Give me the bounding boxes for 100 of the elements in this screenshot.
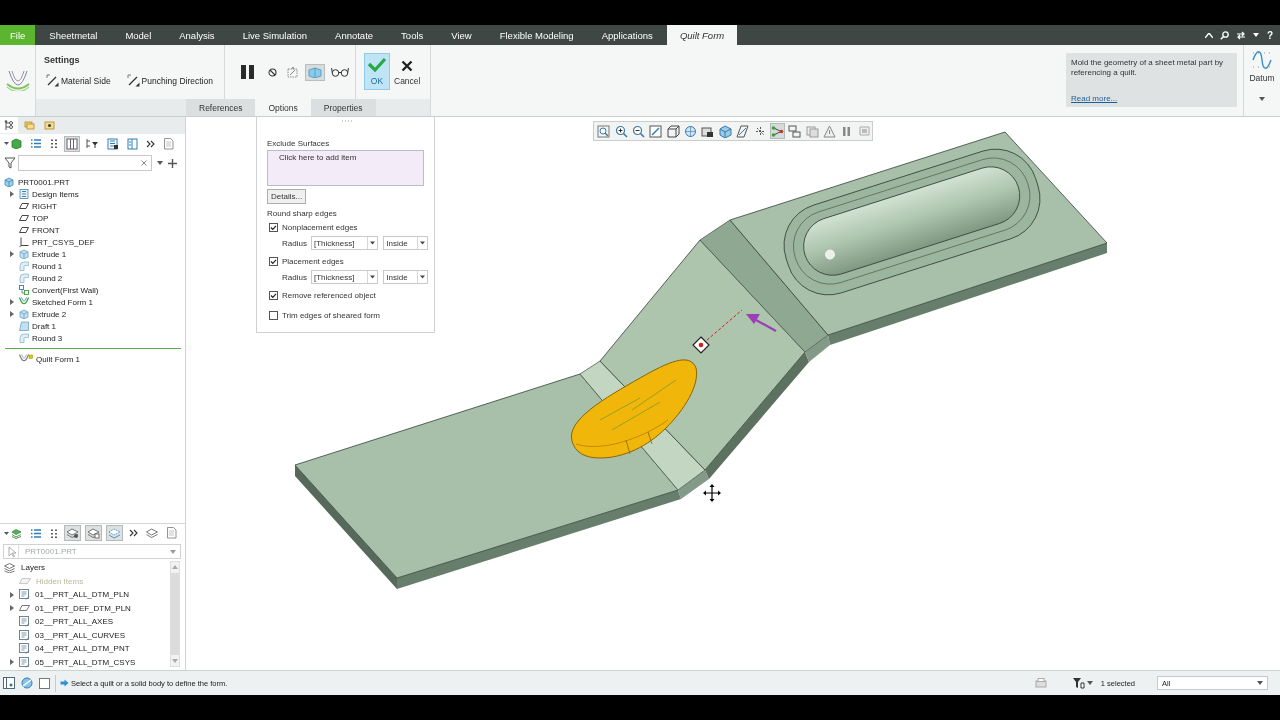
radius-dropdown[interactable]: [Thickness] [310, 236, 379, 250]
tree-item[interactable]: 05__PRT_ALL_DTM_CSYS [8, 655, 136, 669]
checkbox-label[interactable]: Placement edges [282, 257, 344, 266]
checkbox[interactable] [269, 223, 278, 232]
surface-collector[interactable]: Click here to add item [267, 150, 424, 186]
details-button[interactable]: Details... [267, 189, 307, 204]
tree-item[interactable]: 03__PRT_ALL_CURVES [8, 628, 125, 642]
tree-item[interactable]: RIGHT [8, 200, 57, 212]
checkbox[interactable] [269, 257, 278, 266]
tree-item[interactable]: 01__PRT_DEF_DTM_PLN [8, 601, 131, 615]
panel-tab[interactable]: Options [255, 99, 311, 116]
connector-button[interactable] [769, 123, 786, 139]
caret-down-icon[interactable] [1259, 97, 1265, 101]
zoom-out-button[interactable] [630, 123, 647, 139]
help-button[interactable]: ? [1265, 29, 1274, 41]
checkbox[interactable] [269, 291, 278, 300]
expand-arrow-icon[interactable] [10, 191, 14, 197]
datum-curve-icon[interactable] [1251, 50, 1273, 70]
panel-tab[interactable]: References [186, 99, 256, 116]
shaded-cube-button[interactable] [717, 123, 733, 139]
model-tree-tab[interactable] [0, 117, 18, 133]
caret-down-icon[interactable] [1252, 33, 1259, 37]
datum-label[interactable]: Datum [1249, 73, 1275, 83]
search-field[interactable] [18, 155, 152, 171]
cancel-button[interactable]: Cancel [392, 53, 423, 90]
checkbox[interactable] [269, 311, 278, 320]
square-icon[interactable] [39, 677, 50, 689]
tree-item[interactable]: FRONT [8, 224, 60, 236]
ribbon-tab[interactable]: Model [111, 25, 166, 45]
cube-button[interactable] [665, 123, 681, 139]
ribbon-tab[interactable]: Analysis [165, 25, 229, 45]
arrows-icon[interactable] [1235, 30, 1246, 40]
tree-item[interactable]: PRT_CSYS_DEF [8, 236, 95, 248]
checkbox-label[interactable]: Remove referenced object [282, 291, 376, 300]
checkbox-label[interactable]: Nonplacement edges [282, 223, 358, 232]
punching-direction-button[interactable]: Punching Direction [126, 74, 213, 87]
drag-handle-icon[interactable] [692, 336, 710, 354]
radius-dropdown[interactable]: [Thickness] [310, 270, 379, 284]
material-side-button[interactable]: Material Side [46, 74, 111, 87]
scrollbar-thumb[interactable] [171, 573, 179, 655]
tree-item[interactable]: Sketched Form 1 [8, 296, 93, 308]
caret-up-icon[interactable] [1204, 32, 1213, 38]
new-layer-button[interactable] [144, 525, 160, 541]
tree-item[interactable]: Design Items [8, 188, 79, 200]
tree-item[interactable]: Extrude 1 [8, 248, 67, 260]
ribbon-tab[interactable]: Annotate [321, 25, 388, 45]
read-more-link[interactable]: Read more... [1071, 94, 1118, 103]
zoom-in-button[interactable] [613, 123, 629, 139]
caret-down-icon[interactable] [157, 161, 163, 165]
tree-item[interactable]: Layers [4, 561, 45, 575]
scrollbar[interactable] [170, 561, 180, 667]
filter-icon[interactable] [1071, 677, 1085, 689]
search-icon[interactable] [1219, 30, 1229, 40]
expand-arrow-icon[interactable] [10, 251, 14, 257]
ribbon-tab[interactable]: Live Simulation [228, 25, 322, 45]
panel-toggle-icon[interactable] [3, 677, 15, 689]
direction-arrow[interactable] [746, 314, 777, 332]
tree-item[interactable]: Round 3 [8, 332, 63, 344]
annotation-button[interactable] [787, 123, 803, 139]
zoom-window-button[interactable] [596, 123, 612, 139]
plus-icon[interactable] [168, 158, 177, 168]
slashed-circle-icon[interactable] [21, 677, 33, 689]
triangle-button[interactable] [821, 123, 838, 139]
cube-caret-button[interactable] [2, 136, 24, 151]
ok-button[interactable]: OK [364, 53, 390, 90]
plane-button[interactable] [735, 123, 751, 139]
ribbon-tab[interactable]: Sheetmetal [35, 25, 112, 45]
tree-item[interactable]: Round 1 [8, 260, 63, 272]
hide-layer-button[interactable] [85, 525, 102, 541]
ribbon-tab[interactable]: Quilt Form [666, 25, 738, 45]
quilt-surface[interactable] [570, 359, 698, 459]
verify-button[interactable] [305, 63, 325, 81]
tree-item[interactable]: PRT0001.PRT [4, 176, 70, 188]
tree-item[interactable]: 04__PRT_ALL_DTM_PNT [8, 642, 130, 656]
side-dropdown[interactable]: Inside [383, 236, 428, 250]
ribbon-tab[interactable]: Applications [587, 25, 667, 45]
side-dropdown[interactable]: Inside [383, 270, 428, 284]
show-layer-button[interactable] [64, 525, 81, 541]
filter-icon[interactable] [4, 157, 16, 169]
caret-down-icon[interactable] [1086, 681, 1093, 685]
ribbon-tab[interactable]: View [437, 25, 486, 45]
tree-settings-button[interactable] [105, 135, 121, 152]
tree-item[interactable]: Convert(First Wall) [8, 284, 99, 296]
columns-button[interactable] [64, 135, 80, 152]
tree-item[interactable]: TOP [8, 212, 49, 224]
tree-item[interactable]: 02__PRT_ALL_AXES [8, 615, 114, 629]
tree-item[interactable]: Extrude 2 [8, 308, 67, 320]
globe-button[interactable] [682, 123, 699, 139]
tree-item[interactable]: Round 2 [8, 272, 63, 284]
expand-arrow-icon[interactable] [10, 659, 14, 666]
tree-item[interactable]: Quilt Form 1 [8, 353, 80, 365]
list-button[interactable] [28, 136, 44, 151]
tree-item[interactable]: 01__PRT_ALL_DTM_PLN [8, 588, 130, 602]
document-button[interactable] [164, 525, 179, 541]
checkbox-label[interactable]: Trim edges of sheared form [282, 311, 380, 320]
ribbon-tab[interactable]: Tools [387, 25, 438, 45]
tree-filter-button[interactable] [84, 136, 101, 151]
ribbon-tab[interactable]: Flexible Modeling [485, 25, 588, 45]
tree-item[interactable]: Draft 1 [8, 320, 56, 332]
clear-icon[interactable] [141, 160, 147, 166]
